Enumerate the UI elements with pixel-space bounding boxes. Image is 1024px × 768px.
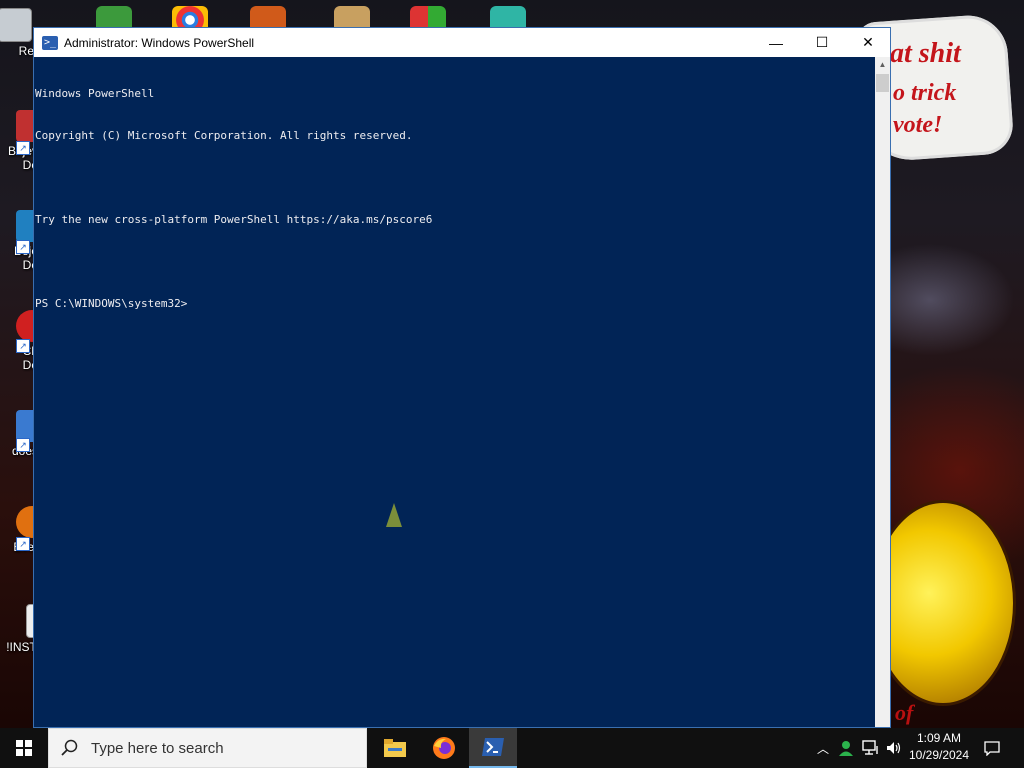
console-output[interactable]: Windows PowerShell Copyright (C) Microso… (34, 57, 876, 729)
tray-show-hidden-icons[interactable]: ︿ (814, 728, 832, 768)
windows-logo-icon (16, 740, 32, 756)
scroll-up-icon[interactable]: ▲ (875, 57, 890, 72)
volume-icon (887, 742, 901, 754)
wallpaper-pumpkin (870, 500, 1016, 706)
window-titlebar[interactable]: >_ Administrator: Windows PowerShell — ☐… (34, 28, 890, 57)
taskbar-file-explorer[interactable] (371, 728, 419, 768)
start-button[interactable] (0, 728, 48, 768)
action-center-button[interactable] (978, 728, 1006, 768)
mouse-cursor-icon (386, 503, 402, 527)
user-icon (839, 741, 853, 756)
console-line: Try the new cross-platform PowerShell ht… (35, 213, 433, 226)
recycle-bin-icon (0, 8, 32, 42)
clock-date: 10/29/2024 (908, 748, 970, 762)
minimize-button[interactable]: — (753, 28, 799, 57)
chevron-up-icon: ︿ (816, 741, 829, 756)
taskbar-search-box[interactable]: Type here to search (48, 728, 367, 768)
notification-icon (984, 740, 1000, 756)
file-explorer-icon (384, 739, 406, 757)
taskbar-powershell[interactable] (469, 728, 517, 768)
tray-network[interactable] (860, 728, 882, 768)
maximize-button[interactable]: ☐ (799, 28, 845, 57)
wallpaper-bottom-text: of (895, 700, 914, 725)
console-line: Windows PowerShell (35, 87, 155, 100)
network-icon (862, 740, 878, 755)
close-icon: ✕ (862, 34, 874, 50)
shortcut-arrow-icon: ↗ (16, 141, 30, 155)
tray-people[interactable] (836, 728, 856, 768)
console-prompt[interactable]: PS C:\WINDOWS\system32> (35, 297, 876, 311)
powershell-window[interactable]: >_ Administrator: Windows PowerShell — ☐… (33, 27, 891, 728)
shortcut-arrow-icon: ↗ (16, 438, 30, 452)
window-title: Administrator: Windows PowerShell (64, 35, 255, 50)
shortcut-arrow-icon: ↗ (16, 537, 30, 551)
search-icon (61, 739, 78, 756)
shortcut-arrow-icon: ↗ (16, 339, 30, 353)
firefox-icon (433, 737, 455, 759)
taskbar-clock[interactable]: 1:09 AM 10/29/2024 (904, 730, 974, 764)
powershell-icon: >_ (42, 35, 58, 50)
console-line: Copyright (C) Microsoft Corporation. All… (35, 129, 413, 142)
taskbar-firefox[interactable] (420, 728, 468, 768)
wallpaper-sign-line: at shit (890, 38, 961, 69)
powershell-icon (482, 738, 504, 756)
vertical-scrollbar[interactable]: ▲ (875, 57, 890, 727)
shortcut-arrow-icon: ↗ (16, 240, 30, 254)
wallpaper-sign-line: o trick (893, 80, 957, 106)
tray-volume[interactable] (884, 728, 904, 768)
scrollbar-thumb[interactable] (876, 74, 889, 92)
wallpaper-sign-line: vote! (893, 112, 943, 138)
close-button[interactable]: ✕ (845, 28, 891, 57)
search-placeholder: Type here to search (91, 739, 224, 757)
maximize-icon: ☐ (815, 34, 829, 50)
clock-time: 1:09 AM (916, 731, 962, 745)
minimize-icon: — (769, 34, 783, 51)
